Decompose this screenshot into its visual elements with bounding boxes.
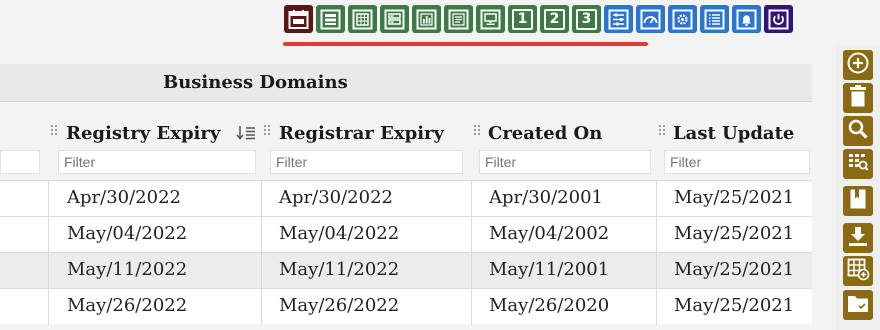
drag-handle-icon[interactable] — [474, 125, 482, 139]
table-cell: May/25/2021 — [656, 253, 812, 289]
table-cell — [0, 289, 48, 325]
layout-2-icon: 2 — [544, 8, 565, 30]
trash-icon — [846, 84, 870, 112]
column-label: Created On — [488, 123, 603, 144]
columns-settings-button[interactable] — [604, 5, 633, 33]
download-icon — [846, 224, 870, 252]
dashboard-button[interactable] — [636, 5, 665, 33]
table-cell: May/26/2020 — [471, 289, 656, 325]
monitor-view-button[interactable] — [476, 5, 505, 33]
split-view-icon — [384, 9, 405, 30]
column-label: Registrar Expiry — [279, 123, 444, 144]
list-view-button[interactable] — [316, 5, 345, 33]
column-label: Registry Expiry — [66, 123, 221, 144]
list-view-icon — [320, 9, 341, 30]
monitor-icon — [480, 9, 501, 30]
split-view-button[interactable] — [380, 5, 409, 33]
document-grid-icon — [352, 9, 373, 30]
search-button[interactable] — [843, 116, 873, 146]
table-cell — [0, 181, 48, 217]
download-button[interactable] — [843, 223, 873, 253]
document-grid-view-button[interactable] — [348, 5, 377, 33]
table-cell: Apr/30/2022 — [261, 181, 471, 217]
column-header-registry-expiry[interactable]: Registry Expiry — [48, 116, 260, 178]
table-cell: May/26/2022 — [48, 289, 261, 325]
column-header-hidden — [0, 116, 48, 178]
column-headers: Registry Expiry Registrar Expiry Created… — [0, 116, 812, 178]
table-cell: May/25/2021 — [656, 181, 812, 217]
column-header-created-on[interactable]: Created On — [471, 116, 656, 178]
drag-handle-icon[interactable] — [659, 125, 667, 139]
add-button[interactable] — [843, 50, 873, 80]
layout-2-button[interactable]: 2 — [540, 5, 569, 33]
table-row[interactable]: May/26/2022 May/26/2022 May/26/2020 May/… — [0, 288, 812, 325]
bookmark-button[interactable] — [843, 186, 873, 216]
table-cell: May/11/2001 — [471, 253, 656, 289]
layout-3-button[interactable]: 3 — [572, 5, 601, 33]
table-row[interactable]: May/04/2022 May/04/2022 May/04/2002 May/… — [0, 216, 812, 253]
column-header-registrar-expiry[interactable]: Registrar Expiry — [261, 116, 471, 178]
folder-check-icon — [846, 291, 870, 319]
table-cell: May/26/2022 — [261, 289, 471, 325]
table-cell: Apr/30/2022 — [48, 181, 261, 217]
grid-search-icon — [846, 150, 870, 178]
table-cell: May/11/2022 — [48, 253, 261, 289]
column-header-last-update[interactable]: Last Update — [656, 116, 812, 178]
notifications-button[interactable] — [732, 5, 761, 33]
table-cell: May/04/2022 — [261, 217, 471, 253]
filter-input-created-on[interactable] — [479, 150, 651, 174]
domains-grid: Business Domains Registry Expiry Registr… — [0, 64, 812, 330]
columns-settings-icon — [608, 9, 629, 30]
group-header-title: Business Domains — [163, 72, 348, 93]
column-label: Last Update — [673, 123, 795, 144]
folder-check-button[interactable] — [843, 290, 873, 320]
logout-button[interactable] — [764, 5, 793, 33]
calendar-view-button[interactable] — [284, 5, 313, 33]
bar-chart-icon — [416, 9, 437, 30]
filter-input-last-update[interactable] — [664, 150, 810, 174]
detail-view-icon — [448, 9, 469, 30]
table-cell: May/11/2022 — [261, 253, 471, 289]
bookmark-icon — [846, 187, 870, 215]
dashboard-gauge-icon — [640, 9, 661, 30]
filter-input-registry-expiry[interactable] — [58, 150, 256, 174]
bell-icon — [736, 9, 757, 30]
layout-1-button[interactable]: 1 — [508, 5, 537, 33]
add-grid-icon — [846, 257, 870, 285]
filter-input-registrar-expiry[interactable] — [270, 150, 463, 174]
column-group-header: Business Domains — [0, 64, 812, 102]
active-views-underline — [283, 42, 648, 46]
drag-handle-icon[interactable] — [264, 125, 272, 139]
search-icon — [846, 117, 870, 145]
detail-view-button[interactable] — [444, 5, 473, 33]
grid-search-button[interactable] — [843, 149, 873, 179]
view-toolbar: 1 2 3 — [284, 5, 793, 33]
table-cell: May/04/2022 — [48, 217, 261, 253]
table-cell — [0, 253, 48, 289]
table-cell: May/25/2021 — [656, 289, 812, 325]
table-row[interactable]: Apr/30/2022 Apr/30/2022 Apr/30/2001 May/… — [0, 180, 812, 217]
table-cell: Apr/30/2001 — [471, 181, 656, 217]
layout-3-icon: 3 — [576, 8, 597, 30]
power-icon — [768, 9, 789, 30]
chart-view-button[interactable] — [412, 5, 441, 33]
list-button[interactable] — [700, 5, 729, 33]
actions-sidebar — [836, 46, 880, 330]
add-circle-icon — [846, 51, 870, 79]
calendar-icon — [288, 9, 309, 30]
add-grid-button[interactable] — [843, 256, 873, 286]
gear-icon — [672, 9, 693, 30]
table-cell: May/04/2002 — [471, 217, 656, 253]
drag-handle-icon[interactable] — [51, 125, 59, 139]
table-row[interactable]: May/11/2022 May/11/2022 May/11/2001 May/… — [0, 252, 812, 289]
grid-body: Apr/30/2022 Apr/30/2022 Apr/30/2001 May/… — [0, 180, 812, 325]
settings-button[interactable] — [668, 5, 697, 33]
list-icon — [704, 9, 725, 30]
table-cell: May/25/2021 — [656, 217, 812, 253]
table-cell — [0, 217, 48, 253]
delete-button[interactable] — [843, 83, 873, 113]
layout-1-icon: 1 — [512, 8, 533, 30]
sort-descending-icon[interactable] — [236, 124, 256, 142]
filter-input-hidden[interactable] — [0, 150, 40, 174]
